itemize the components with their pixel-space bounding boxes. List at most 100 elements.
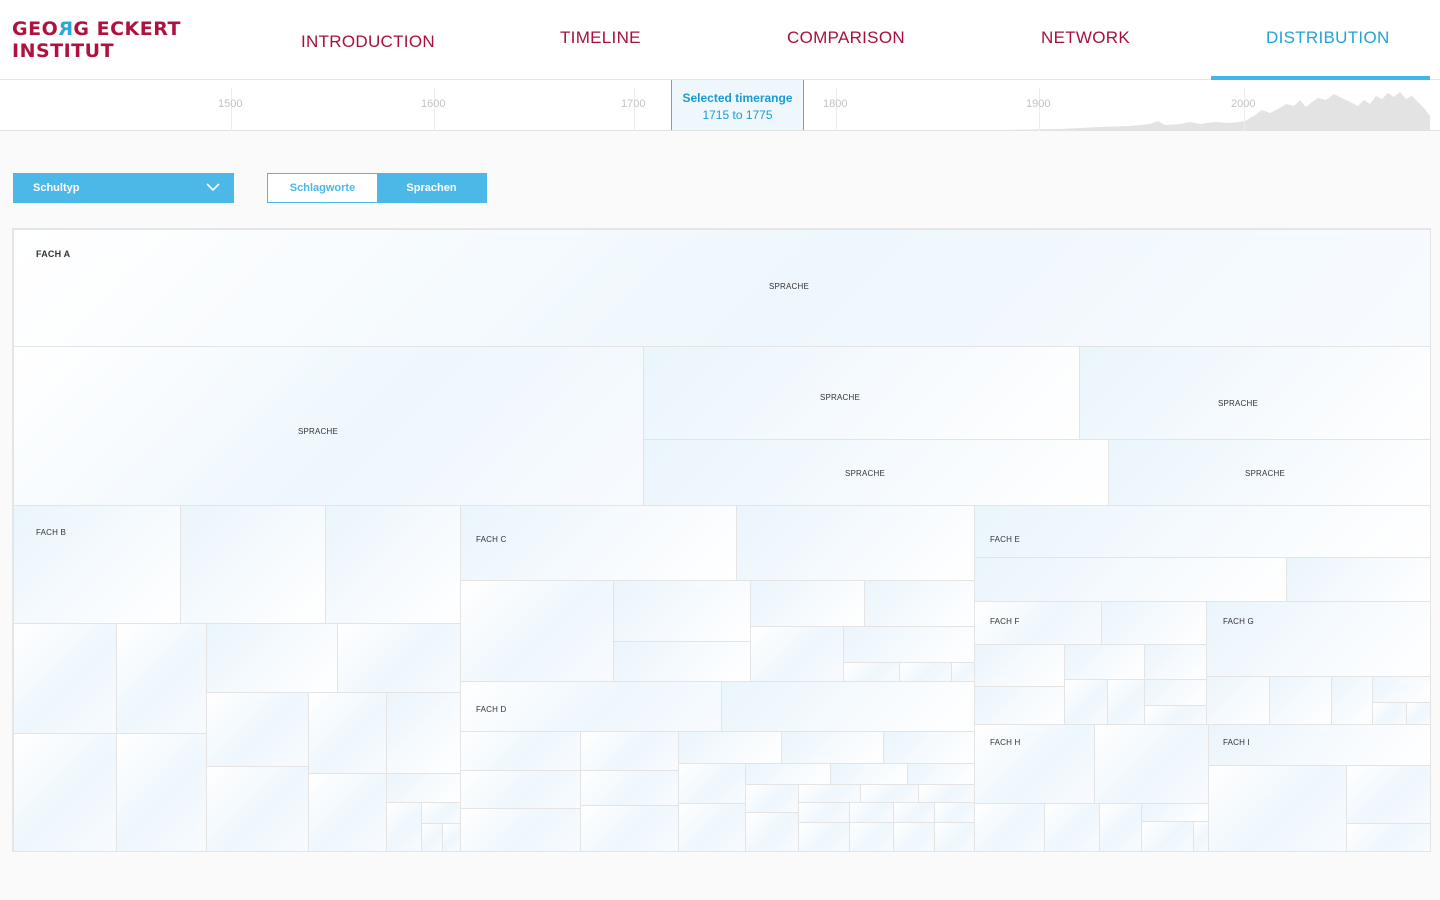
treemap-cell[interactable] — [580, 805, 679, 852]
treemap-cell[interactable] — [893, 802, 935, 823]
treemap-cell[interactable] — [1331, 676, 1373, 725]
treemap-cell[interactable] — [613, 641, 751, 682]
treemap-cell[interactable] — [325, 505, 461, 624]
treemap-cell[interactable] — [974, 557, 1287, 602]
treemap-cell[interactable] — [13, 623, 117, 734]
treemap-cell[interactable] — [849, 802, 894, 823]
treemap-cell[interactable] — [974, 644, 1065, 687]
treemap-cell[interactable] — [974, 803, 1045, 852]
treemap-cell[interactable] — [308, 773, 387, 852]
georg-eckert-logo[interactable]: GEORG ECKERT INSTITUT — [12, 18, 181, 62]
treemap-cell[interactable] — [721, 681, 975, 732]
treemap-cell[interactable] — [386, 692, 461, 774]
treemap-cell[interactable] — [1094, 724, 1209, 804]
treemap-cell[interactable] — [893, 822, 935, 852]
treemap-cell[interactable] — [206, 692, 309, 767]
treemap-cell[interactable] — [421, 823, 443, 852]
treemap-cell[interactable] — [386, 802, 422, 852]
treemap-cell[interactable] — [580, 731, 679, 771]
toggle-schlagworte[interactable]: Schlagworte — [268, 174, 377, 202]
treemap-cell-sprache[interactable] — [13, 229, 1431, 347]
treemap-cell[interactable] — [745, 784, 799, 813]
treemap-cell[interactable] — [899, 662, 952, 682]
treemap-cell[interactable] — [907, 763, 975, 785]
treemap-cell[interactable] — [864, 580, 975, 627]
treemap-cell[interactable] — [460, 808, 581, 852]
treemap-cell[interactable] — [798, 822, 850, 852]
treemap-cell[interactable] — [918, 784, 975, 803]
treemap-cell[interactable] — [308, 692, 387, 774]
treemap-cell[interactable] — [1064, 644, 1145, 680]
timeline-bar[interactable]: 1500 1600 1700 1800 1900 2000 Selected t… — [0, 80, 1440, 131]
treemap-cell[interactable] — [116, 733, 207, 852]
treemap-cell[interactable] — [843, 626, 975, 663]
treemap-cell[interactable] — [460, 580, 614, 682]
treemap-cell[interactable] — [1144, 679, 1207, 706]
treemap-cell[interactable] — [798, 802, 850, 823]
treemap-cell[interactable] — [849, 822, 894, 852]
nav-network[interactable]: NETWORK — [1041, 28, 1130, 48]
treemap-cell[interactable] — [442, 823, 461, 852]
nav-timeline[interactable]: TIMELINE — [560, 28, 641, 48]
treemap-cell[interactable] — [337, 623, 461, 693]
treemap-cell[interactable] — [750, 626, 844, 682]
treemap-cell[interactable] — [13, 505, 181, 624]
treemap-cell[interactable] — [934, 822, 975, 852]
treemap-cell[interactable] — [1286, 557, 1431, 602]
treemap-cell[interactable] — [745, 812, 799, 852]
treemap-cell[interactable] — [206, 766, 309, 852]
treemap-cell[interactable] — [116, 623, 207, 734]
treemap-cell[interactable] — [974, 505, 1431, 558]
treemap-cell[interactable] — [974, 686, 1065, 725]
treemap-cell[interactable] — [1372, 676, 1431, 703]
selected-timerange-brush[interactable]: Selected timerange 1715 to 1775 — [671, 80, 804, 130]
treemap-cell[interactable] — [1107, 679, 1145, 725]
treemap-cell[interactable] — [830, 763, 908, 785]
treemap-cell-sprache[interactable] — [1079, 346, 1431, 440]
treemap-cell[interactable] — [736, 505, 975, 581]
treemap-cell[interactable] — [798, 784, 861, 803]
treemap-cell[interactable] — [951, 662, 975, 682]
toggle-sprachen[interactable]: Sprachen — [377, 174, 486, 202]
treemap-cell[interactable] — [1372, 702, 1407, 725]
treemap-cell[interactable] — [1208, 765, 1347, 852]
treemap-cell[interactable] — [745, 763, 831, 785]
nav-introduction[interactable]: INTRODUCTION — [301, 32, 435, 52]
treemap-cell-sprache[interactable] — [13, 346, 644, 506]
treemap-cell[interactable] — [1346, 823, 1431, 852]
nav-comparison[interactable]: COMPARISON — [787, 28, 905, 48]
treemap-cell[interactable] — [1044, 803, 1100, 852]
treemap-cell[interactable] — [843, 662, 900, 682]
treemap-cell[interactable] — [1144, 644, 1207, 680]
treemap-cell[interactable] — [1206, 601, 1431, 677]
treemap-cell[interactable] — [1064, 679, 1108, 725]
treemap-cell[interactable] — [421, 802, 461, 824]
treemap-cell[interactable] — [613, 580, 751, 642]
treemap-cell[interactable] — [206, 623, 338, 693]
treemap-cell[interactable] — [1346, 765, 1431, 824]
treemap-cell[interactable] — [678, 763, 746, 804]
treemap-cell[interactable] — [13, 733, 117, 852]
treemap-cell[interactable] — [1193, 821, 1209, 852]
treemap-cell[interactable] — [1141, 821, 1194, 852]
treemap-cell-sprache[interactable] — [643, 346, 1080, 440]
treemap-cell[interactable] — [460, 770, 581, 809]
treemap-cell[interactable] — [750, 580, 865, 627]
treemap-cell[interactable] — [1144, 705, 1207, 725]
treemap-cell[interactable] — [781, 731, 884, 764]
treemap-cell[interactable] — [678, 803, 746, 852]
treemap-cell[interactable] — [1269, 676, 1332, 725]
treemap-cell[interactable] — [386, 773, 461, 803]
treemap-cell[interactable] — [934, 802, 975, 823]
nav-distribution[interactable]: DISTRIBUTION — [1266, 28, 1390, 48]
treemap-cell[interactable] — [1099, 803, 1142, 852]
treemap-cell[interactable] — [1101, 601, 1207, 645]
treemap-cell[interactable] — [974, 724, 1095, 804]
treemap-cell[interactable] — [460, 731, 581, 771]
treemap-cell[interactable] — [1406, 702, 1431, 725]
treemap-cell[interactable] — [883, 731, 975, 764]
schultyp-dropdown[interactable]: Schultyp — [13, 173, 234, 203]
treemap-cell[interactable] — [180, 505, 326, 624]
treemap-cell[interactable] — [580, 770, 679, 806]
treemap-cell[interactable] — [1141, 803, 1209, 822]
